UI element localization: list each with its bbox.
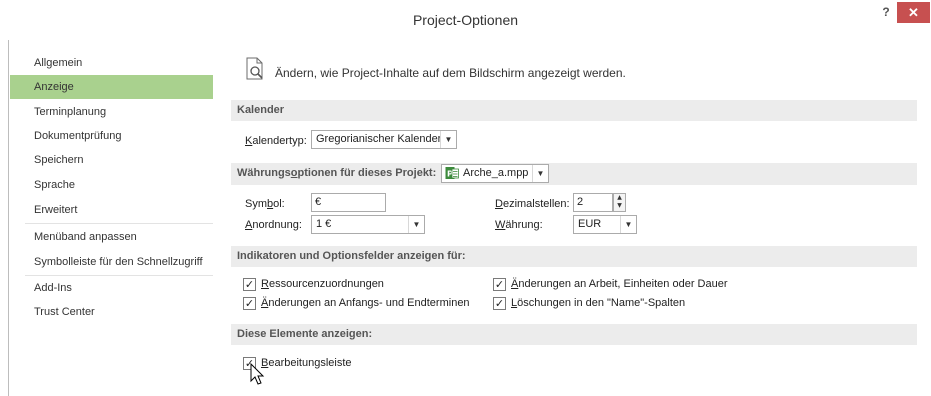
currency-dropdown[interactable]: EUR ▼ [573,215,637,234]
section-indicators: Indikatoren und Optionsfelder anzeigen f… [231,246,917,267]
chevron-down-icon[interactable]: ▼ [620,216,636,233]
section-calendar: Kalender [231,100,917,121]
close-button[interactable]: ✕ [897,2,930,23]
symbol-input[interactable]: € [311,193,386,212]
window-edge [0,40,8,396]
sidebar-divider [25,223,213,224]
sidebar-item-allgemein[interactable]: Allgemein [10,51,213,75]
decimals-input[interactable]: 2 [573,193,613,212]
sidebar-item-schnellzugriff[interactable]: Symbolleiste für den Schnellzugriff [10,250,213,274]
chevron-down-icon[interactable]: ▼ [408,216,424,233]
calendar-type-dropdown[interactable]: Gregorianischer Kalender ▼ [311,130,457,149]
name-column-deletions-label: Löschungen in den "Name"-Spalten [511,297,686,309]
sidebar-item-dokumentpruefung[interactable]: Dokumentprüfung [10,124,213,148]
section-currency: Währungsoptionen für dieses Projekt: [231,163,917,185]
calendar-type-value: Gregorianischer Kalender [316,133,442,145]
work-units-duration-label: Änderungen an Arbeit, Einheiten oder Dau… [511,278,728,290]
section-currency-title: Währungsoptionen für dieses Projekt: [237,167,437,179]
currency-value: EUR [578,218,602,230]
spin-down-icon[interactable]: ▼ [614,202,625,210]
resource-assignments-checkbox[interactable]: ✓ [243,278,256,291]
options-sidebar: Allgemein Anzeige Terminplanung Dokument… [8,40,214,396]
sidebar-item-addins[interactable]: Add-Ins [10,276,213,300]
sidebar-item-trust-center[interactable]: Trust Center [10,300,213,324]
placement-value: 1 € [316,218,332,230]
project-file-icon: P [445,167,459,179]
resource-assignments-label: Ressourcenzuordnungen [261,278,384,290]
sidebar-item-erweitert[interactable]: Erweitert [10,198,213,222]
start-end-changes-checkbox[interactable]: ✓ [243,297,256,310]
decimals-spinner[interactable]: ▲ ▼ [613,193,626,212]
chevron-down-icon[interactable]: ▼ [440,131,456,148]
section-calendar-title: Kalender [237,104,285,116]
section-indicators-title: Indikatoren und Optionsfelder anzeigen f… [237,250,466,262]
name-column-deletions-checkbox[interactable]: ✓ [493,297,506,310]
symbol-label: Symbol: [245,198,285,210]
mouse-pointer-icon [250,363,265,385]
edit-bar-label: Bearbeitungsleiste [261,357,352,369]
sidebar-item-anzeige[interactable]: Anzeige [10,75,213,99]
title-bar: Project-Optionen ? ✕ [0,0,931,40]
page-header-text: Ändern, wie Project-Inhalte auf dem Bild… [275,66,626,80]
help-button[interactable]: ? [875,5,897,23]
placement-label: Anordnung: [245,219,302,231]
section-elements: Diese Elemente anzeigen: [231,324,917,345]
sidebar-item-menueband[interactable]: Menüband anpassen [10,225,213,249]
window-title: Project-Optionen [412,12,519,28]
sidebar-item-sprache[interactable]: Sprache [10,173,213,197]
start-end-changes-label: Änderungen an Anfangs- und Endterminen [261,297,470,309]
section-elements-title: Diese Elemente anzeigen: [237,328,373,340]
work-units-duration-checkbox[interactable]: ✓ [493,278,506,291]
chevron-down-icon[interactable]: ▼ [532,165,548,182]
project-value: Arche_a.mpp [463,167,529,179]
spin-up-icon[interactable]: ▲ [614,194,625,202]
decimals-label: Dezimalstellen: [495,198,570,210]
currency-label: Währung: [495,219,543,231]
display-page-icon [246,57,263,80]
sidebar-item-speichern[interactable]: Speichern [10,148,213,172]
calendar-type-label: Kalendertyp: [245,135,307,147]
sidebar-item-terminplanung[interactable]: Terminplanung [10,100,213,124]
project-dropdown[interactable]: P Arche_a.mpp ▼ [441,164,549,183]
placement-dropdown[interactable]: 1 € ▼ [311,215,425,234]
